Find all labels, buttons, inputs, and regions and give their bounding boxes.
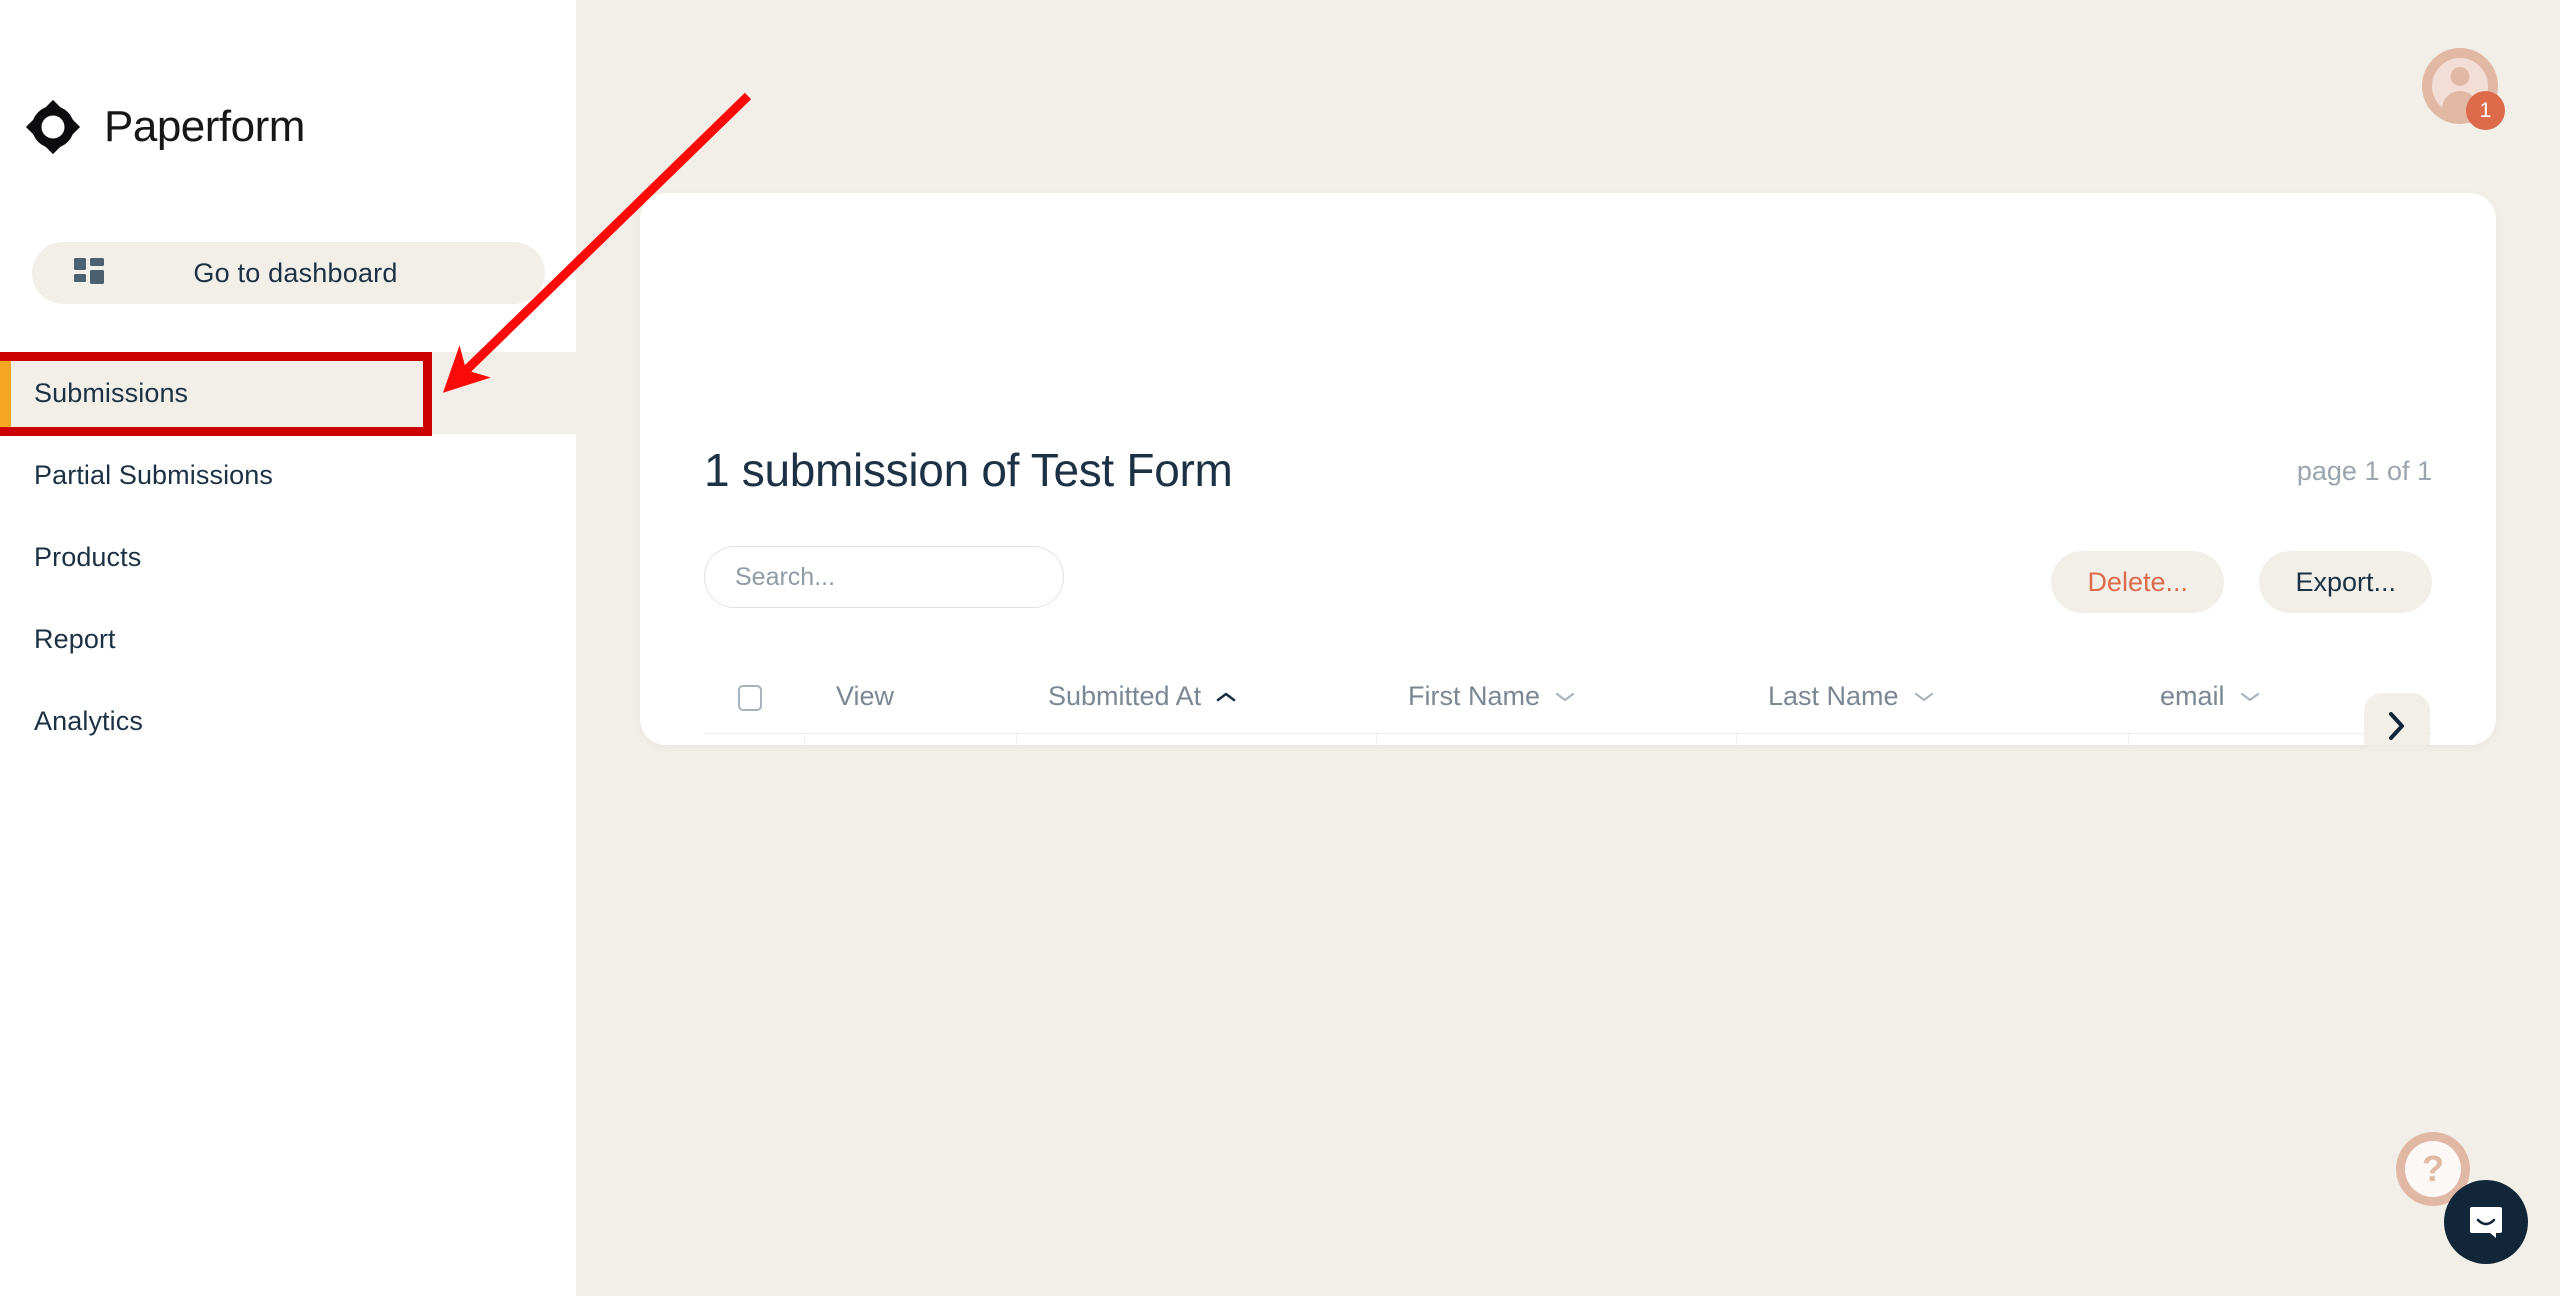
brand-name: Paperform [104,102,305,151]
question-mark-icon: ? [2405,1141,2461,1197]
search-input[interactable] [704,546,1064,608]
sidebar: Paperform Go to dashboard Submissions Pa… [0,0,576,1296]
table-row[interactable]: View (1) Jul 5th 23, 7:20am Степан Степа… [704,732,2432,745]
sidebar-item-label: Report [34,623,116,654]
submissions-table-wrapper[interactable]: View Submitted At First Name Last Name e… [704,661,2432,745]
table-header-row: View Submitted At First Name Last Name e… [704,661,2432,733]
page-indicator: page 1 of 1 [2296,456,2432,486]
column-label: Last Name [1768,681,1899,712]
chevron-up-icon [1216,692,1236,702]
column-header-select-all[interactable] [704,661,804,733]
cell-last-name: Степанов [1736,732,2129,745]
sidebar-item-label: Analytics [34,705,143,736]
cell-view[interactable]: View (1) [804,732,1017,745]
chevron-down-icon [1914,692,1933,701]
avatar-notification-badge: 1 [2466,91,2505,130]
column-header-view: View [804,661,1016,733]
avatar[interactable]: 1 [2422,48,2505,130]
sidebar-item-partial-submissions[interactable]: Partial Submissions [0,434,576,516]
sidebar-item-analytics[interactable]: Analytics [0,680,576,762]
page-title: 1 submission of Test Form [704,444,1233,496]
submissions-card: 1 submission of Test Form page 1 of 1 De… [640,193,2496,745]
column-label: View [836,681,895,712]
chat-button[interactable] [2444,1180,2528,1264]
intercom-chat-icon [2470,1207,2502,1238]
sidebar-nav: Submissions Partial Submissions Products… [0,352,576,762]
sidebar-item-submissions[interactable]: Submissions [0,352,576,434]
submissions-table: View Submitted At First Name Last Name e… [704,661,2432,745]
column-header-first-name[interactable]: First Name [1376,661,1736,733]
sidebar-item-products[interactable]: Products [0,516,576,598]
chevron-right-icon [2389,712,2404,740]
chevron-down-icon [1555,692,1575,701]
paperform-logo-icon [25,99,81,155]
sidebar-item-label: Partial Submissions [34,459,273,490]
column-header-submitted-at[interactable]: Submitted At [1016,661,1376,733]
column-label: First Name [1408,681,1541,712]
select-all-checkbox[interactable] [738,685,762,712]
main-content: 1 1 submission of Test Form page 1 of 1 … [576,0,2560,1296]
cell-first-name: Степан [1376,732,1737,745]
sidebar-item-label: Products [34,541,142,572]
row-select-cell[interactable] [704,732,805,745]
chevron-down-icon [2240,692,2259,701]
dashboard-grid-icon [74,258,104,284]
table-header: View Submitted At First Name Last Name e… [704,661,2432,733]
column-label: Submitted At [1048,681,1202,712]
sidebar-item-label: Submissions [34,377,189,408]
go-to-dashboard-label: Go to dashboard [193,257,398,288]
delete-button[interactable]: Delete... [2051,551,2224,613]
column-header-last-name[interactable]: Last Name [1736,661,2128,733]
cell-submitted-at: Jul 5th 23, 7:20am [1016,732,1377,745]
brand-logo[interactable]: Paperform [24,98,305,156]
sidebar-item-report[interactable]: Report [0,598,576,680]
export-button[interactable]: Export... [2259,551,2432,613]
table-body: View (1) Jul 5th 23, 7:20am Степан Степа… [704,732,2432,745]
go-to-dashboard-button[interactable]: Go to dashboard [32,242,545,304]
column-label: email [2160,681,2225,712]
scroll-table-right-button[interactable] [2364,693,2430,745]
